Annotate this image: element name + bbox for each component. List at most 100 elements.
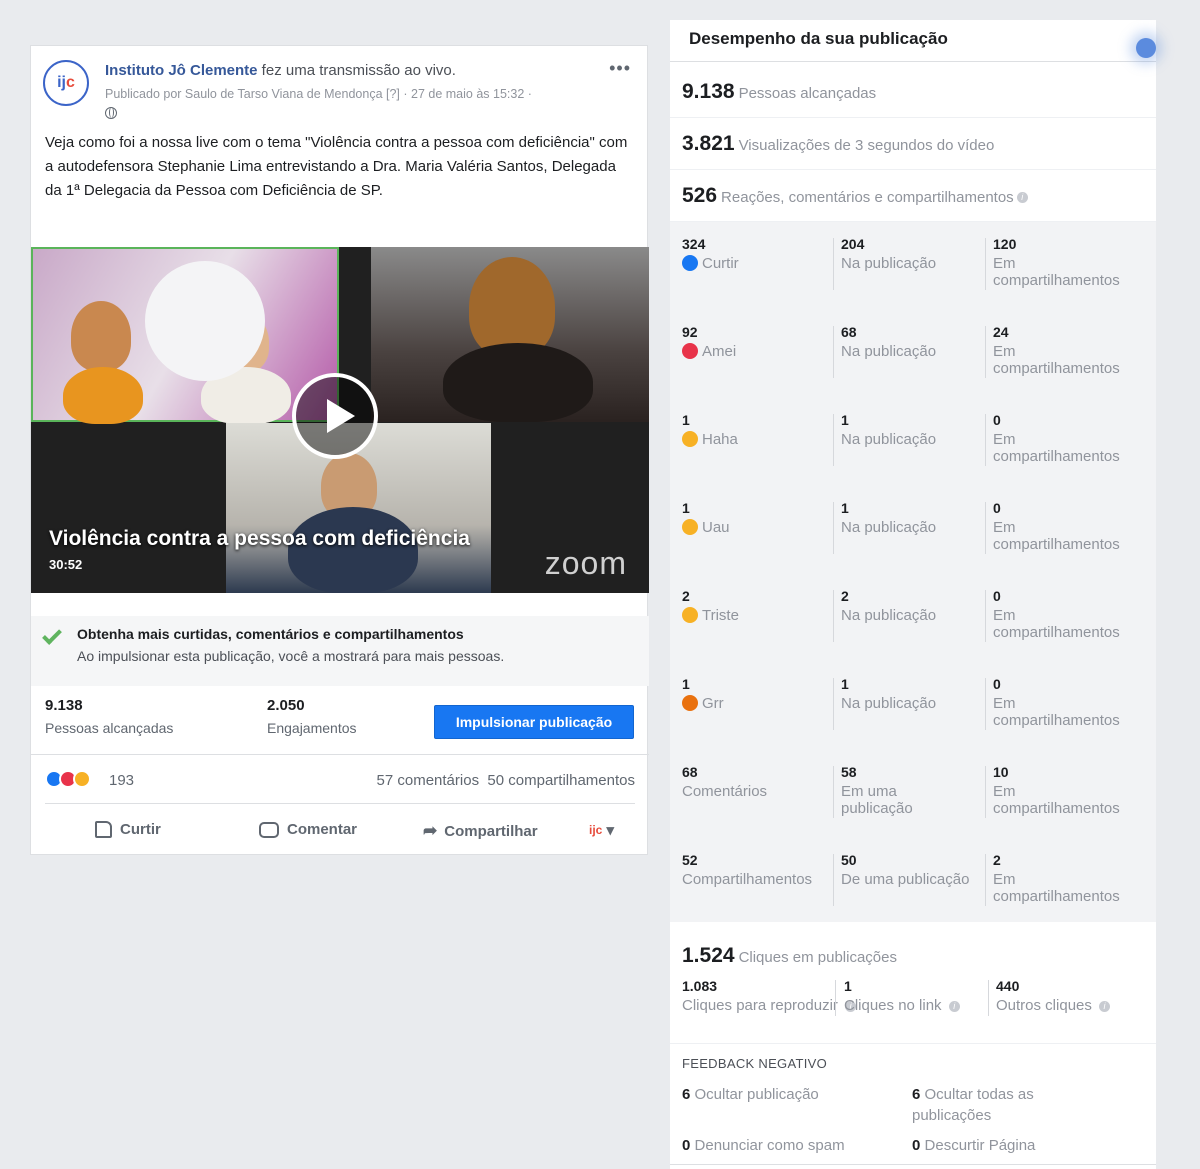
reaction-on-post: 58 Em uma publicação — [841, 764, 971, 817]
boost-tip-title: Obtenha mais curtidas, comentários e com… — [77, 626, 464, 642]
post-header-text: Instituto Jô Clemente fez uma transmissã… — [105, 62, 615, 121]
reaction-label: Haha — [702, 431, 738, 448]
reaction-total-number: 92 — [682, 324, 698, 340]
like-label: Curtir — [120, 821, 161, 838]
on-shares-label: Em compartilhamentos — [993, 607, 1120, 641]
info-icon[interactable]: i — [1016, 192, 1028, 204]
person-figure — [71, 301, 131, 371]
share-button[interactable]: ➦ Compartilhar — [423, 821, 538, 841]
divider — [835, 980, 836, 1016]
share-arrow-icon: ➦ — [423, 821, 438, 840]
on-post-number: 2 — [841, 588, 849, 604]
divider — [985, 238, 986, 290]
on-post-label: Na publicação — [841, 519, 937, 536]
reaction-icons[interactable] — [45, 770, 91, 788]
engagement-metric-label: Reações, comentários e compartilhamentos — [721, 189, 1014, 206]
post-text: Veja como foi a nossa live com o tema "V… — [45, 134, 628, 199]
on-shares-number: 0 — [993, 412, 1001, 428]
clicks-breakdown: 1.083 Cliques para reproduzir i 1 Cliques … — [670, 974, 1156, 1044]
reaction-total-number: 68 — [682, 764, 698, 780]
status-dot-icon[interactable] — [1136, 38, 1156, 58]
spam-label: Denunciar como spam — [694, 1137, 845, 1154]
page-mini-icon: ijc — [589, 823, 603, 837]
on-shares-number: 24 — [993, 324, 1009, 340]
on-post-number: 50 — [841, 852, 857, 868]
reaction-total-number: 1 — [682, 676, 690, 692]
reach-metric-label: Pessoas alcançadas — [738, 85, 877, 102]
video-player[interactable]: Violência contra a pessoa com deficiênci… — [31, 247, 649, 593]
page-name-link[interactable]: Instituto Jô Clemente — [105, 62, 258, 79]
on-post-label: Na publicação — [841, 255, 937, 272]
shares-count-link[interactable]: 50 compartilhamentos — [487, 772, 635, 789]
on-post-label: Em uma publicação — [841, 783, 913, 817]
logo-backdrop — [145, 261, 265, 381]
divider — [833, 766, 834, 818]
avatar-text-accent: c — [65, 74, 75, 91]
post-action-text: fez uma transmissão ao vivo. — [257, 62, 456, 79]
reaction-on-shares: 0 Em compartilhamentos — [993, 588, 1143, 641]
play-button-icon[interactable] — [292, 373, 378, 459]
on-shares-number: 120 — [993, 236, 1017, 252]
globe-icon[interactable] — [105, 106, 117, 119]
divider — [833, 326, 834, 378]
reaction-row: 2 Triste 2 Na publicação 0 Em compartilhament… — [670, 574, 1156, 662]
reach-stat[interactable]: 9.138 Pessoas alcançadas — [45, 697, 173, 736]
performance-panel: Desempenho da sua publicação 9.138 Pessoa… — [670, 20, 1156, 1169]
reaction-label: Curtir — [702, 255, 739, 272]
hide-post-label: Ocultar publicação — [694, 1086, 819, 1103]
info-icon[interactable]: i — [948, 1000, 960, 1012]
clicks-metric-label: Cliques em publicações — [738, 949, 897, 966]
on-post-number: 204 — [841, 236, 865, 252]
reaction-emoji-icon — [682, 695, 698, 711]
reaction-total-number: 1 — [682, 500, 690, 516]
reaction-on-shares: 0 Em compartilhamentos — [993, 412, 1143, 465]
on-shares-number: 0 — [993, 588, 1001, 604]
reach-label: Pessoas alcançadas — [45, 720, 174, 736]
on-post-number: 68 — [841, 324, 857, 340]
on-shares-label: Em compartilhamentos — [993, 255, 1120, 289]
reaction-on-post: 1 Na publicação — [841, 500, 971, 536]
spam-feedback: 0 Denunciar como spam — [682, 1135, 902, 1156]
reaction-count[interactable]: 193 — [109, 772, 134, 789]
hide-post-feedback: 6 Ocultar publicação — [682, 1084, 892, 1105]
divider — [985, 590, 986, 642]
boost-post-button[interactable]: Impulsionar publicação — [434, 705, 634, 739]
on-shares-number: 2 — [993, 852, 1001, 868]
on-shares-number: 0 — [993, 500, 1001, 516]
on-post-label: Na publicação — [841, 695, 937, 712]
divider — [833, 414, 834, 466]
link-clicks: 1 Cliques no link i — [844, 978, 960, 1014]
comment-button[interactable]: Comentar — [259, 821, 357, 838]
reaction-total-number: 52 — [682, 852, 698, 868]
spam-number: 0 — [682, 1137, 691, 1154]
reaction-total: 68 Comentários — [682, 764, 832, 800]
engagement-metric: 526 Reações, comentários e compartilhamen… — [670, 170, 1156, 222]
like-button[interactable]: Curtir — [95, 821, 161, 838]
negative-feedback-title: FEEDBACK NEGATIVO — [682, 1056, 827, 1071]
more-options-icon[interactable]: ••• — [609, 58, 631, 79]
on-post-number: 58 — [841, 764, 857, 780]
reaction-row: 1 Grr 1 Na publicação 0 Em compartilhamentos — [670, 662, 1156, 750]
reaction-label: Uau — [702, 519, 730, 536]
engagement-stat[interactable]: 2.050 Engajamentos — [267, 697, 357, 736]
on-post-label: Na publicação — [841, 431, 937, 448]
post-as-selector[interactable]: ijc ▾ — [589, 821, 614, 839]
divider — [833, 854, 834, 906]
page-avatar[interactable]: ij c — [43, 60, 89, 106]
reactions-breakdown: 324 Curtir 204 Na publicação 120 Em compartil… — [670, 222, 1156, 922]
reaction-on-shares: 0 Em compartilhamentos — [993, 500, 1143, 553]
info-icon[interactable]: i — [1099, 1000, 1111, 1012]
divider — [670, 1164, 1156, 1165]
reaction-total: 1 Uau — [682, 500, 832, 536]
hide-all-feedback: 6 Ocultar todas as publicações — [912, 1084, 1102, 1126]
reach-metric: 9.138 Pessoas alcançadas — [670, 66, 1156, 118]
unlike-label: Descurtir Página — [924, 1137, 1036, 1154]
byline-text: Publicado por Saulo de Tarso Viana de Me… — [105, 87, 532, 101]
divider — [985, 502, 986, 554]
comments-count-link[interactable]: 57 comentários — [377, 772, 480, 789]
divider — [985, 766, 986, 818]
divider — [833, 238, 834, 290]
divider — [833, 678, 834, 730]
reaction-row: 324 Curtir 204 Na publicação 120 Em compartil… — [670, 222, 1156, 310]
person-figure — [443, 343, 593, 422]
